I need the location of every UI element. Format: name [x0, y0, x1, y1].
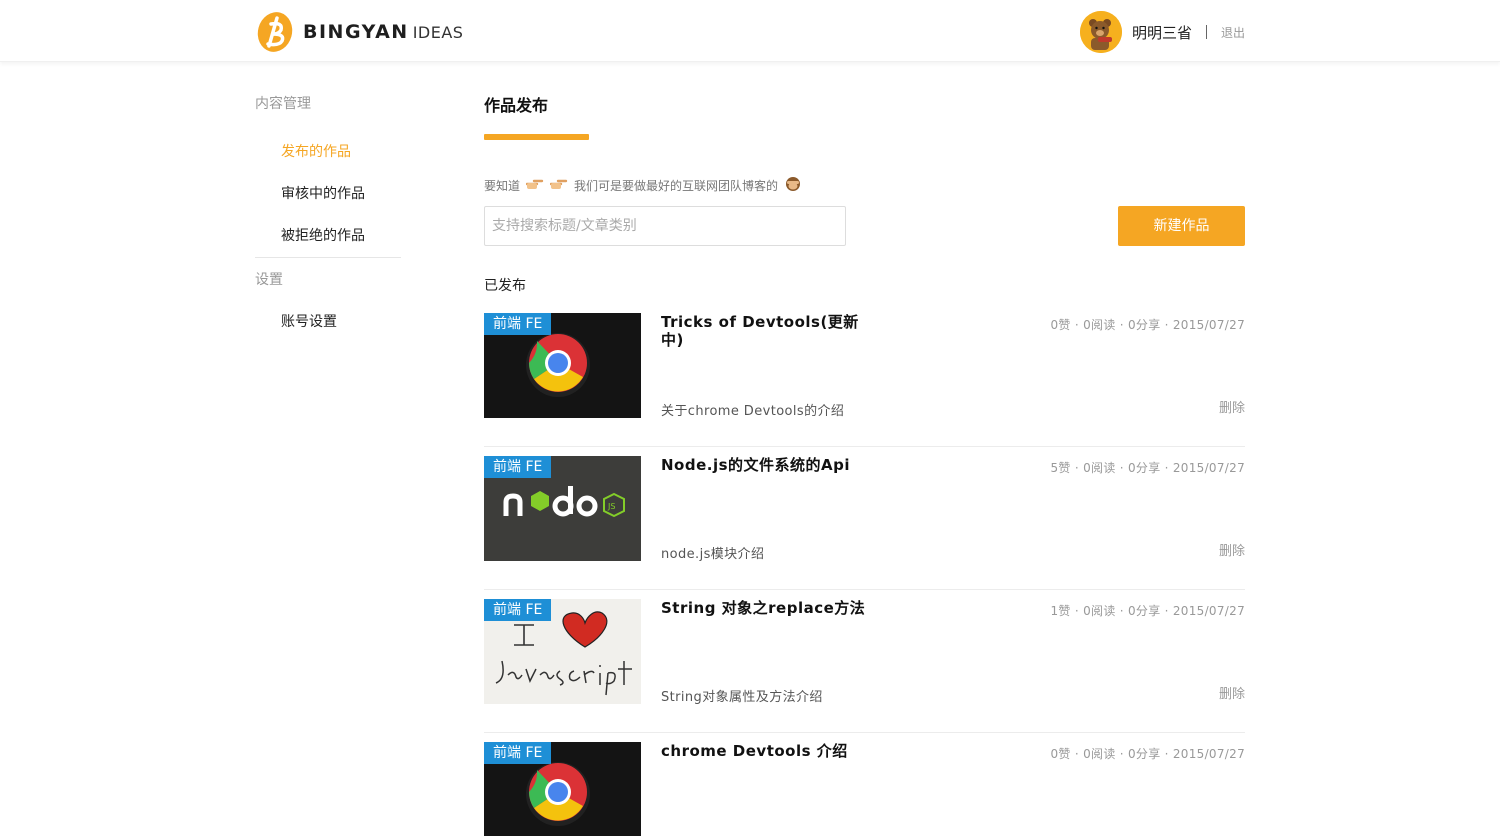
pointing-hand-icon [525, 178, 544, 193]
section-published-label: 已发布 [484, 278, 526, 294]
main-content: 作品发布 要知道 我们可是要做最好的互联网团队博客的 新建作品 已发布 [484, 90, 1245, 836]
sidebar-head-settings: 设置 [255, 272, 283, 288]
post-title[interactable]: Tricks of Devtools(更新中) [661, 313, 873, 349]
post-title[interactable]: Node.js的文件系统的Api [661, 456, 873, 474]
post-thumbnail[interactable]: JS 前端 FE [484, 456, 641, 561]
sidebar-item-reviewing[interactable]: 审核中的作品 [255, 173, 401, 215]
sidebar-head-content: 内容管理 [255, 96, 311, 112]
bingyan-logo-icon [257, 12, 293, 52]
hint-text: 要知道 我们可是要做最好的互联网团队博客的 [484, 174, 1245, 196]
category-tag[interactable]: 前端 FE [484, 456, 552, 478]
category-tag[interactable]: 前端 FE [484, 599, 552, 621]
delete-link[interactable]: 删除 [1219, 397, 1245, 416]
sidebar-item-published[interactable]: 发布的作品 [255, 131, 401, 173]
post-description: node.js模块介绍 [661, 547, 765, 562]
list-item: 前端 FE String 对象之replace方法 String对象属性及方法介… [484, 590, 1245, 733]
category-tag[interactable]: 前端 FE [484, 313, 552, 335]
post-description: String对象属性及方法介绍 [661, 690, 823, 705]
list-item: 前端 FE chrome Devtools 介绍 0赞 · 0阅读 · 0分享 … [484, 733, 1245, 836]
list-item: JS 前端 FE Node.js的文件系统的Api node.js模块介绍 5赞… [484, 447, 1245, 590]
hint-prefix: 要知道 [484, 178, 521, 193]
post-thumbnail[interactable]: 前端 FE [484, 313, 641, 418]
sidebar-item-rejected[interactable]: 被拒绝的作品 [255, 215, 401, 257]
toolbar: 新建作品 [484, 206, 1245, 246]
sidebar-divider [255, 257, 401, 258]
logout-link[interactable]: 退出 [1221, 24, 1245, 41]
category-tag[interactable]: 前端 FE [484, 742, 552, 764]
post-thumbnail[interactable]: 前端 FE [484, 599, 641, 704]
hint-message: 我们可是要做最好的互联网团队博客的 [574, 178, 779, 193]
divider [1205, 25, 1207, 39]
delete-link[interactable]: 删除 [1219, 540, 1245, 559]
post-meta: 0赞 · 0阅读 · 0分享 · 2015/07/27 [1050, 747, 1245, 761]
pointing-hand-icon [549, 178, 568, 193]
delete-link[interactable]: 删除 [1219, 683, 1245, 702]
see-no-evil-monkey-icon [784, 176, 802, 195]
bear-avatar-icon [1079, 11, 1122, 53]
logo-text: BINGYAN IDEAS [303, 21, 464, 43]
avatar[interactable] [1079, 11, 1122, 53]
user-area: 明明三省 退出 [1079, 11, 1245, 53]
title-underline [484, 134, 589, 140]
post-title[interactable]: chrome Devtools 介绍 [661, 742, 873, 760]
list-item: 前端 FE Tricks of Devtools(更新中) 关于chrome D… [484, 304, 1245, 447]
page-title: 作品发布 [484, 96, 549, 115]
post-meta: 5赞 · 0阅读 · 0分享 · 2015/07/27 [1050, 461, 1245, 475]
search-input[interactable] [484, 206, 846, 246]
post-thumbnail[interactable]: 前端 FE [484, 742, 641, 836]
top-bar: BINGYAN IDEAS 明明三省 退出 [0, 0, 1500, 62]
sidebar-item-account-settings[interactable]: 账号设置 [255, 301, 401, 343]
post-description: 关于chrome Devtools的介绍 [661, 404, 845, 419]
sidebar: 内容管理 发布的作品 审核中的作品 被拒绝的作品 设置 账号设置 [255, 90, 401, 343]
post-list: 前端 FE Tricks of Devtools(更新中) 关于chrome D… [484, 304, 1245, 836]
post-meta: 1赞 · 0阅读 · 0分享 · 2015/07/27 [1050, 604, 1245, 618]
user-name[interactable]: 明明三省 [1132, 22, 1192, 43]
svg-text:JS: JS [607, 502, 615, 511]
new-work-button[interactable]: 新建作品 [1118, 206, 1245, 246]
site-logo[interactable]: BINGYAN IDEAS [255, 10, 463, 54]
post-title[interactable]: String 对象之replace方法 [661, 599, 873, 617]
post-meta: 0赞 · 0阅读 · 0分享 · 2015/07/27 [1050, 318, 1245, 332]
